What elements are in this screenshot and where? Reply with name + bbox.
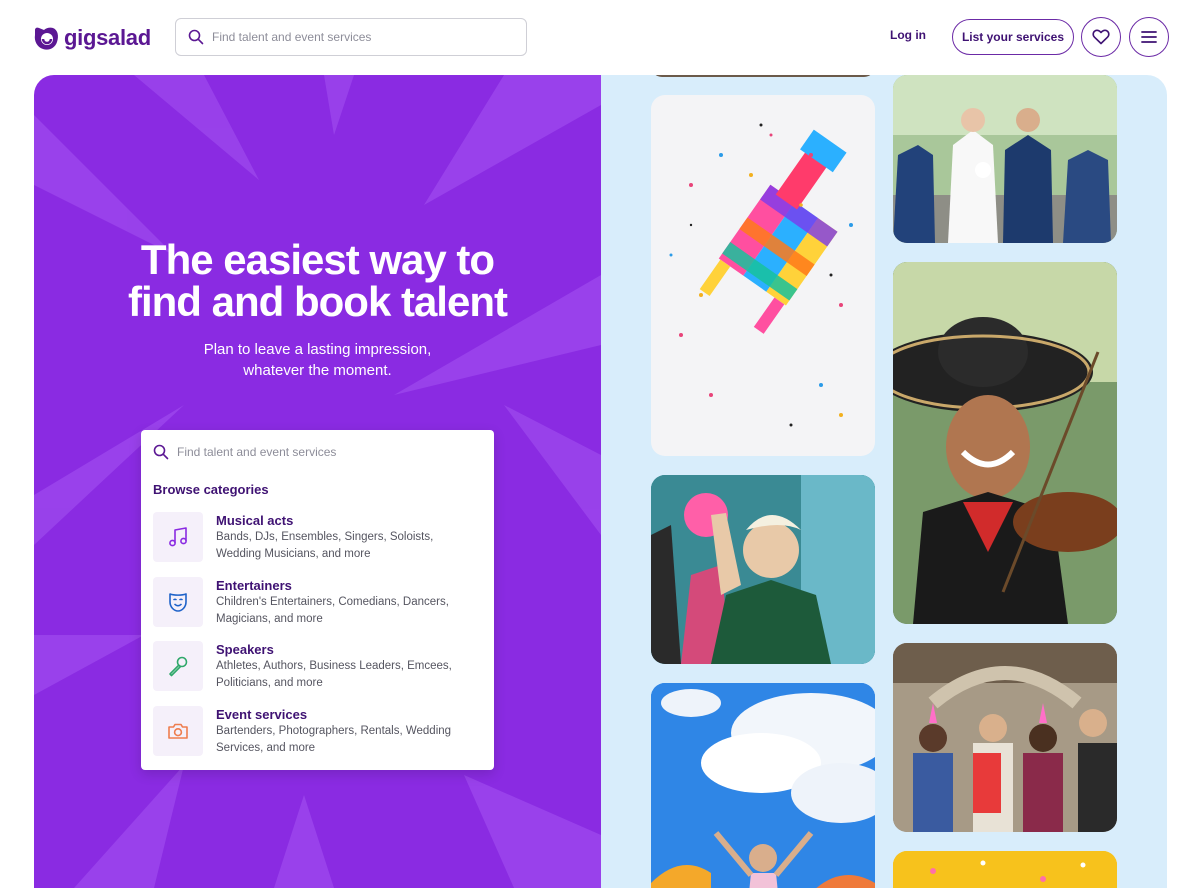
hero-subline: Plan to leave a lasting impression, what… [34, 339, 601, 381]
category-title: Speakers [216, 642, 274, 657]
wedding-photo [893, 75, 1117, 243]
theater-mask-icon [169, 593, 187, 612]
heart-icon [1092, 29, 1110, 45]
browse-categories-card: Browse categories Musical acts Bands, DJ… [141, 430, 494, 770]
microphone-icon [169, 656, 188, 677]
search-icon [153, 444, 169, 460]
category-icon-box [153, 512, 203, 562]
hero-headline-line-1: The easiest way to [140, 236, 495, 283]
hero-subline-line-1: Plan to leave a lasting impression, [203, 341, 432, 358]
category-title: Event services [216, 707, 308, 722]
category-description: Bartenders, Photographers, Rentals, Wedd… [216, 725, 452, 754]
photo-collage [601, 75, 1167, 888]
browse-categories-heading: Browse categories [153, 482, 269, 497]
category-icon-box [153, 706, 203, 756]
partial-top-photo [651, 75, 875, 77]
category-speakers[interactable]: Speakers Athletes, Authors, Business Lea… [153, 641, 483, 695]
card-search-input[interactable] [177, 445, 483, 459]
category-description: Children's Entertainers, Comedians, Danc… [216, 596, 449, 625]
hamburger-menu-icon [1141, 31, 1157, 43]
header-search-box[interactable] [175, 18, 527, 56]
site-header: gigsalad Log in List your services [0, 0, 1200, 74]
gigsalad-logo[interactable]: gigsalad [32, 22, 151, 54]
hero-section: The easiest way to find and book talent … [34, 75, 601, 888]
category-musical-acts[interactable]: Musical acts Bands, DJs, Ensembles, Sing… [153, 512, 483, 566]
gigsalad-logo-icon [34, 27, 58, 50]
hero-subline-line-2: whatever the moment. [243, 362, 392, 379]
category-icon-box [153, 641, 203, 691]
music-note-icon [169, 527, 187, 547]
category-description: Athletes, Authors, Business Leaders, Emc… [216, 660, 452, 689]
logo-text: gigsalad [64, 25, 151, 50]
hero-headline-line-2: find and book talent [128, 278, 508, 325]
dancing-party-photo [651, 475, 875, 664]
category-description: Bands, DJs, Ensembles, Singers, Soloists… [216, 531, 434, 560]
category-icon-box [153, 577, 203, 627]
search-icon [188, 29, 204, 45]
birthday-party-photo [893, 643, 1117, 832]
hero-headline: The easiest way to find and book talent [34, 239, 601, 323]
category-title: Entertainers [216, 578, 292, 593]
menu-button[interactable] [1129, 17, 1169, 57]
header-search-input[interactable] [212, 30, 526, 44]
login-link[interactable]: Log in [890, 28, 926, 42]
camera-icon [168, 723, 188, 739]
confetti-photo [893, 851, 1117, 888]
bounce-house-sky-photo [651, 683, 875, 888]
category-event-services[interactable]: Event services Bartenders, Photographers… [153, 706, 483, 760]
mariachi-violinist-photo [893, 262, 1117, 624]
category-title: Musical acts [216, 513, 294, 528]
pinata-photo [651, 95, 875, 456]
card-search-box[interactable] [153, 442, 483, 462]
category-entertainers[interactable]: Entertainers Children's Entertainers, Co… [153, 577, 483, 631]
list-services-button[interactable]: List your services [952, 19, 1074, 55]
favorites-button[interactable] [1081, 17, 1121, 57]
